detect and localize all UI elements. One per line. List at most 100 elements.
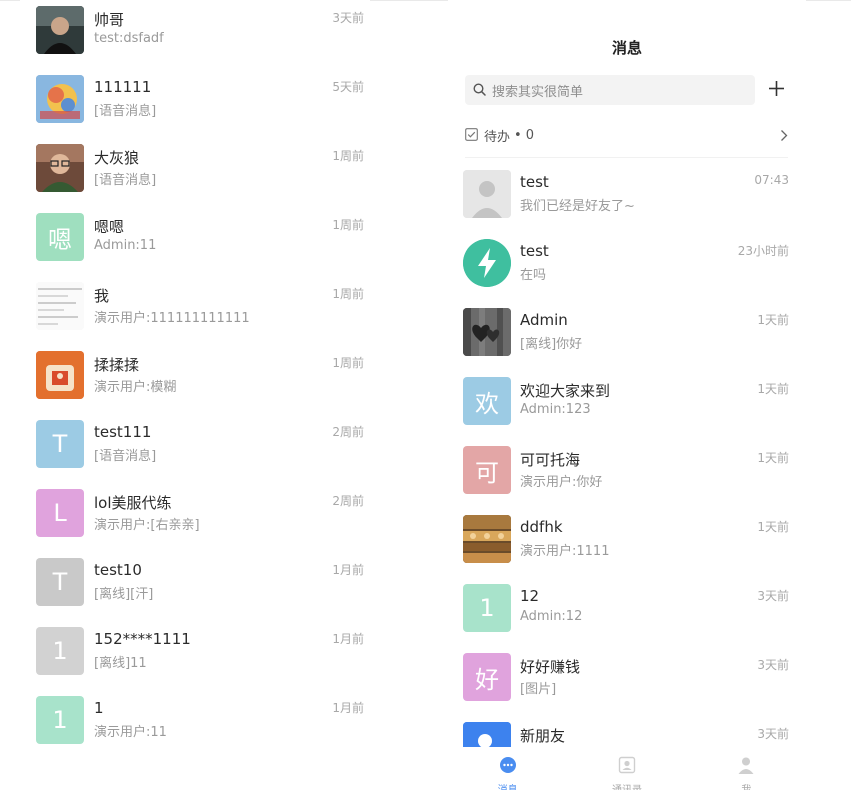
last-message-preview: [语音消息]: [94, 449, 157, 464]
last-message-preview: [图片]: [520, 682, 557, 697]
conversation-item[interactable]: 我演示用户:111111111111 1周前: [20, 282, 370, 351]
conversation-item[interactable]: 新朋友 3天前: [448, 722, 806, 747]
conversation-name: test111: [94, 423, 152, 441]
messages-page: 消息 搜索其实很简单 待办 • 0 test 我们已经是好友了~ 07:43 test…: [448, 0, 806, 790]
last-message-preview: Admin:11: [94, 238, 157, 253]
plus-icon: [768, 80, 785, 101]
conversation-item[interactable]: 1 152****1111 [离线]11 1月前: [20, 627, 370, 696]
conversation-item[interactable]: Ttest111 [语音消息] 2周前: [20, 420, 370, 489]
timestamp: 3天前: [757, 727, 789, 741]
avatar-letter: T: [52, 430, 68, 458]
conversation-item[interactable]: Ttest10 [离线][汗] 1月前: [20, 558, 370, 627]
timestamp: 2周前: [332, 425, 364, 439]
last-message-preview: [语音消息]: [94, 104, 157, 119]
conversation-item[interactable]: 好 好好赚钱 [图片] 3天前: [448, 653, 806, 722]
todo-row[interactable]: 待办 • 0: [465, 125, 788, 145]
conversation-name: 帅哥: [94, 11, 125, 29]
conversation-list: test 我们已经是好友了~ 07:43 test 在吗 23小时前 Admin [离线]你好…: [448, 170, 806, 747]
last-message-preview: 我们已经是好友了~: [520, 199, 635, 214]
last-message-preview: 演示用户:111111111111: [94, 311, 250, 326]
avatar-letter: 嗯: [48, 225, 72, 254]
timestamp: 1天前: [757, 451, 789, 465]
timestamp: 1月前: [332, 701, 364, 715]
todo-label: 待办: [484, 129, 511, 145]
timestamp: 5天前: [332, 80, 364, 94]
conversation-item[interactable]: 欢 欢迎大家来到 Admin:123 1天前: [448, 377, 806, 446]
avatar: [36, 6, 84, 54]
todo-separator: •: [514, 127, 522, 143]
conversation-name: 152****1111: [94, 630, 191, 648]
chevron-right-icon: [780, 127, 788, 146]
tab-label: 消息: [498, 781, 518, 790]
avatar-letter: 欢: [475, 389, 499, 418]
conversation-name: test: [520, 242, 549, 260]
conversation-item[interactable]: Admin [离线]你好 1天前: [448, 308, 806, 377]
conversation-name: test10: [94, 561, 142, 579]
conversation-item[interactable]: 揉揉揉 演示用户:模糊 1周前: [20, 351, 370, 420]
avatar: T: [36, 558, 84, 606]
chat-bubble-icon: [499, 756, 517, 778]
conversation-item[interactable]: test 我们已经是好友了~ 07:43: [448, 170, 806, 239]
timestamp: 1周前: [332, 218, 364, 232]
conversation-name: test: [520, 173, 549, 191]
timestamp: 2周前: [332, 494, 364, 508]
contacts-icon: [618, 756, 636, 778]
conversation-name: 好好赚钱: [520, 658, 581, 676]
avatar-letter: T: [52, 568, 68, 596]
avatar: [463, 308, 511, 356]
tab-contacts[interactable]: 通讯录: [567, 748, 686, 790]
conversation-name: 可可托海: [520, 451, 581, 469]
timestamp: 3天前: [757, 589, 789, 603]
avatar-letter: 1: [479, 594, 495, 622]
todo-count: 0: [525, 127, 534, 143]
conversation-item[interactable]: 可 可可托海 演示用户:你好 1天前: [448, 446, 806, 515]
avatar-letter: 好: [475, 665, 499, 694]
person-icon: [737, 756, 755, 778]
tab-me[interactable]: 我: [687, 748, 806, 790]
avatar: [36, 282, 84, 330]
tab-messages[interactable]: 消息: [448, 748, 567, 790]
checkbox-icon: [465, 126, 478, 145]
add-button[interactable]: [766, 77, 786, 103]
avatar: 嗯: [36, 213, 84, 261]
conversation-name: 大灰狼: [94, 149, 140, 167]
avatar: T: [36, 420, 84, 468]
conversation-item[interactable]: ddfhk 演示用户:1111 1天前: [448, 515, 806, 584]
timestamp: 1天前: [757, 382, 789, 396]
timestamp: 1周前: [332, 356, 364, 370]
conversation-item[interactable]: 1 12 Admin:12 3天前: [448, 584, 806, 653]
last-message-preview: test:dsfadf: [94, 31, 164, 46]
conversation-item[interactable]: 嗯嗯嗯 Admin:11 1周前: [20, 213, 370, 282]
timestamp: 1周前: [332, 149, 364, 163]
conversation-item[interactable]: 1 1 演示用户:11 1月前: [20, 696, 370, 765]
tab-label: 我: [741, 781, 751, 790]
avatar: 好: [463, 653, 511, 701]
conversation-item[interactable]: 111111 [语音消息] 5天前: [20, 75, 370, 144]
avatar: [463, 515, 511, 563]
conversation-name: ddfhk: [520, 518, 563, 536]
avatar: [36, 144, 84, 192]
last-message-preview: 演示用户:模糊: [94, 380, 177, 395]
timestamp: 1月前: [332, 632, 364, 646]
conversation-item[interactable]: 大灰狼 [语音消息] 1周前: [20, 144, 370, 213]
timestamp: 07:43: [754, 173, 789, 187]
last-message-preview: Admin:12: [520, 609, 583, 624]
last-message-preview: [离线]11: [94, 656, 147, 671]
timestamp: 1月前: [332, 563, 364, 577]
avatar: 欢: [463, 377, 511, 425]
avatar-letter: 1: [52, 706, 68, 734]
conversation-item[interactable]: 帅哥 test:dsfadf 3天前: [20, 6, 370, 75]
tab-label: 通讯录: [612, 781, 642, 790]
avatar: [36, 351, 84, 399]
conversation-name: 111111: [94, 78, 152, 96]
conversation-item[interactable]: Llol美服代练 演示用户:[右亲亲] 2周前: [20, 489, 370, 558]
last-message-preview: 演示用户:11: [94, 725, 167, 740]
timestamp: 23小时前: [737, 244, 789, 258]
timestamp: 1周前: [332, 287, 364, 301]
page-title: 消息: [611, 39, 642, 57]
conversation-item[interactable]: test 在吗 23小时前: [448, 239, 806, 308]
last-message-preview: [语音消息]: [94, 173, 157, 188]
search-bar[interactable]: 搜索其实很简单: [465, 75, 755, 105]
avatar: 可: [463, 446, 511, 494]
timestamp: 1天前: [757, 520, 789, 534]
